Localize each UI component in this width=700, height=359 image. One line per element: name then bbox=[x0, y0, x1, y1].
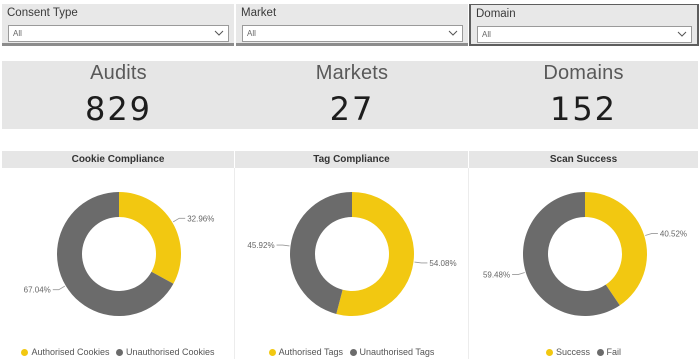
market-value: All bbox=[247, 29, 256, 38]
cookie-compliance-chart: 32.96% 67.04% bbox=[24, 192, 214, 316]
market-dropdown[interactable]: All bbox=[242, 25, 463, 42]
legend-label: Fail bbox=[606, 347, 622, 357]
consent-type-value: All bbox=[13, 29, 22, 38]
data-label: 32.96% bbox=[187, 214, 214, 223]
legend-label: Unauthorised Tags bbox=[359, 347, 435, 357]
donut-slice-success[interactable] bbox=[585, 192, 647, 306]
legend-label: Unauthorised Cookies bbox=[126, 347, 215, 357]
data-label: 40.52% bbox=[660, 229, 687, 238]
audits-title: Audits bbox=[90, 62, 147, 84]
legend-label: Authorised Cookies bbox=[31, 347, 110, 357]
scan-success-panel: Scan Success 40.52% 59.48% Success Fail bbox=[469, 151, 698, 359]
leader-line bbox=[414, 261, 428, 264]
scan-success-chart: 40.52% 59.48% bbox=[483, 192, 687, 316]
domain-filter: Domain All bbox=[469, 4, 699, 46]
scan-success-title: Scan Success bbox=[469, 151, 698, 168]
legend-item-unauthorised-tags[interactable]: Unauthorised Tags bbox=[349, 347, 435, 357]
data-label: 67.04% bbox=[24, 286, 51, 295]
audits-value: 829 bbox=[84, 90, 153, 128]
chevron-down-icon bbox=[677, 31, 687, 37]
filter-bar: Consent Type All Market All Domain All bbox=[0, 0, 700, 47]
data-label: 54.08% bbox=[429, 259, 456, 268]
legend-label: Authorised Tags bbox=[278, 347, 343, 357]
consent-type-dropdown[interactable]: All bbox=[8, 25, 229, 42]
consent-type-filter: Consent Type All bbox=[2, 4, 234, 46]
domains-card: Domains 152 bbox=[469, 61, 698, 129]
domains-value: 152 bbox=[549, 90, 618, 128]
legend-item-authorised-tags[interactable]: Authorised Tags bbox=[268, 347, 343, 357]
cookie-compliance-title: Cookie Compliance bbox=[2, 151, 234, 168]
market-label: Market bbox=[241, 7, 277, 19]
domain-label: Domain bbox=[476, 8, 516, 20]
tag-compliance-title: Tag Compliance bbox=[235, 151, 468, 168]
audits-card: Audits 829 bbox=[2, 61, 235, 129]
domain-value: All bbox=[482, 30, 491, 39]
cookie-compliance-panel: Cookie Compliance 32.96% 67.04% Authorise… bbox=[2, 151, 234, 359]
cookie-compliance-legend: Authorised Cookies Unauthorised Cookies bbox=[2, 347, 234, 357]
donut-slice-authorised-cookies[interactable] bbox=[119, 192, 181, 284]
leader-line bbox=[276, 244, 290, 247]
legend-item-authorised-cookies[interactable]: Authorised Cookies bbox=[21, 347, 109, 357]
legend-item-unauthorised-cookies[interactable]: Unauthorised Cookies bbox=[116, 347, 215, 357]
markets-card: Markets 27 bbox=[235, 61, 469, 129]
scan-success-legend: Success Fail bbox=[469, 347, 698, 357]
domain-dropdown[interactable]: All bbox=[477, 26, 692, 43]
tag-compliance-legend: Authorised Tags Unauthorised Tags bbox=[235, 347, 468, 357]
consent-type-label: Consent Type bbox=[7, 7, 78, 19]
chevron-down-icon bbox=[448, 30, 458, 36]
data-label: 45.92% bbox=[247, 241, 274, 250]
leader-line bbox=[52, 285, 66, 291]
markets-value: 27 bbox=[329, 90, 375, 128]
chevron-down-icon bbox=[214, 30, 224, 36]
tag-compliance-panel: Tag Compliance 54.08% 45.92% Authorised T… bbox=[235, 151, 468, 359]
data-label: 59.48% bbox=[483, 271, 510, 280]
legend-label: Success bbox=[555, 347, 590, 357]
legend-item-success[interactable]: Success bbox=[545, 347, 590, 357]
domains-title: Domains bbox=[543, 62, 624, 84]
leader-line bbox=[512, 272, 525, 275]
market-filter: Market All bbox=[236, 4, 468, 46]
markets-title: Markets bbox=[315, 62, 389, 84]
leader-line bbox=[645, 233, 658, 236]
tag-compliance-chart: 54.08% 45.92% bbox=[247, 192, 457, 316]
legend-item-fail[interactable]: Fail bbox=[596, 347, 622, 357]
leader-line bbox=[172, 217, 186, 223]
